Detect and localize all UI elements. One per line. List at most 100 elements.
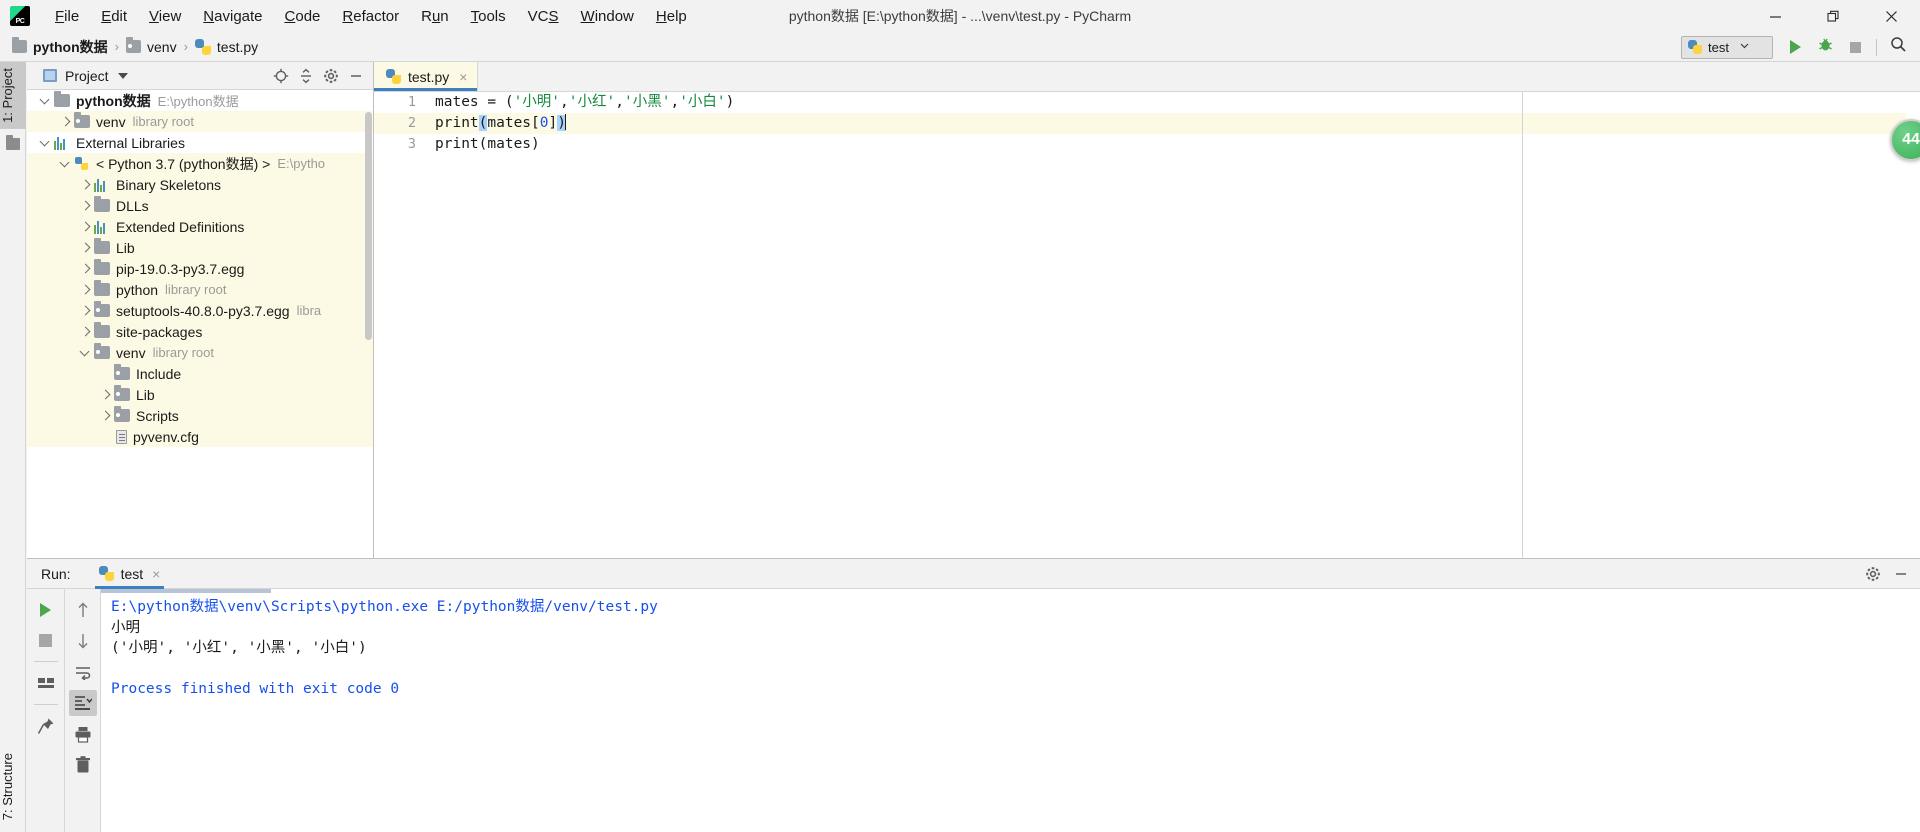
collapse-all-button[interactable] xyxy=(295,65,317,87)
rerun-button[interactable] xyxy=(32,597,60,623)
navigation-bar: python数据 › venv › test.py test xyxy=(0,32,1920,62)
locate-file-button[interactable] xyxy=(270,65,292,87)
run-button[interactable] xyxy=(1781,34,1809,60)
run-configuration-selector[interactable]: test xyxy=(1681,35,1773,59)
menu-item-window[interactable]: Window xyxy=(570,5,645,28)
soft-wrap-button[interactable] xyxy=(69,659,97,685)
breadcrumb-item-venv[interactable]: venv xyxy=(126,37,177,55)
tree-item-extended-definitions[interactable]: Extended Definitions xyxy=(27,216,373,237)
project-tree[interactable]: python数据 E:\python数据 venv library root Exter… xyxy=(27,90,373,558)
chevron-right-icon[interactable] xyxy=(79,178,92,191)
menu-item-navigate[interactable]: Navigate xyxy=(192,5,273,28)
close-icon[interactable]: × xyxy=(152,567,160,581)
sidebar-tab-project[interactable]: 1: Project xyxy=(0,62,26,129)
folder-lib-icon xyxy=(114,406,130,422)
menu-item-tools[interactable]: Tools xyxy=(460,5,517,28)
chevron-down-icon[interactable] xyxy=(39,136,52,149)
chevron-right-icon[interactable] xyxy=(79,199,92,212)
tree-item-python[interactable]: python library root xyxy=(27,279,373,300)
tree-item-site-packages[interactable]: site-packages xyxy=(27,321,373,342)
tree-item-binary-skeletons[interactable]: Binary Skeletons xyxy=(27,174,373,195)
tree-item-include[interactable]: Include xyxy=(27,363,373,384)
settings-button[interactable] xyxy=(320,65,342,87)
close-icon[interactable]: × xyxy=(459,70,467,84)
code-line[interactable]: print(mates[0]) xyxy=(426,113,1920,134)
editor-tab-test-py[interactable]: test.py × xyxy=(374,62,479,91)
code-token: '小明' xyxy=(513,94,561,110)
close-icon[interactable] xyxy=(1862,0,1920,32)
tree-item-python[interactable]: python数据 E:\python数据 xyxy=(27,90,373,111)
chevron-down-icon[interactable] xyxy=(39,94,52,107)
tree-item-label: DLLs xyxy=(116,197,149,214)
hide-panel-button[interactable] xyxy=(345,65,367,87)
chevron-right-icon[interactable] xyxy=(79,283,92,296)
code-editor[interactable]: 123 mates = ('小明','小红','小黑','小白') print(m… xyxy=(374,92,1920,558)
print-button[interactable] xyxy=(69,721,97,747)
chevron-right-icon[interactable] xyxy=(79,304,92,317)
chevron-right-icon[interactable] xyxy=(59,115,72,128)
chevron-right-icon[interactable] xyxy=(99,388,112,401)
restore-icon[interactable] xyxy=(1804,0,1862,32)
sidebar-tab-structure[interactable]: 7: Structure xyxy=(0,747,26,826)
editor-marker-strip[interactable] xyxy=(1906,92,1920,558)
tree-item-label: venv xyxy=(96,113,126,130)
stop-button[interactable] xyxy=(1841,34,1869,60)
settings-button[interactable] xyxy=(1862,563,1884,585)
tree-item-venv[interactable]: venv library root xyxy=(27,342,373,363)
layout-button[interactable] xyxy=(32,670,60,696)
tree-item-lib[interactable]: Lib xyxy=(27,237,373,258)
tree-item-venv[interactable]: venv library root xyxy=(27,111,373,132)
menu-item-view[interactable]: View xyxy=(138,5,192,28)
hide-panel-button[interactable] xyxy=(1890,563,1912,585)
tree-item-pyvenv-cfg[interactable]: pyvenv.cfg xyxy=(27,426,373,447)
code-line[interactable]: print(mates) xyxy=(426,134,1920,155)
menu-item-file[interactable]: File xyxy=(44,5,90,28)
chevron-down-icon[interactable] xyxy=(79,346,92,359)
pin-button[interactable] xyxy=(32,713,60,739)
project-tree-scrollbar[interactable] xyxy=(365,112,372,340)
chevron-right-icon[interactable] xyxy=(79,262,92,275)
chevron-right-icon[interactable] xyxy=(99,409,112,422)
tree-item-pip-19-0-3-py3-7-egg[interactable]: pip-19.0.3-py3.7.egg xyxy=(27,258,373,279)
console-line: E:\python数据\venv\Scripts\python.exe E:/p… xyxy=(111,599,658,615)
search-everywhere-button[interactable] xyxy=(1884,34,1912,60)
up-button[interactable] xyxy=(69,597,97,623)
run-config-label: test xyxy=(1708,39,1729,55)
folder-lib-icon xyxy=(94,301,110,317)
tree-item-external-libraries[interactable]: External Libraries xyxy=(27,132,373,153)
folder-icon xyxy=(12,37,27,53)
folder-lib-icon xyxy=(94,343,110,359)
menu-item-help[interactable]: Help xyxy=(645,5,698,28)
chevron-right-icon[interactable] xyxy=(79,325,92,338)
clear-all-button[interactable] xyxy=(69,752,97,778)
tree-item-setuptools-40-8-0-py3-7-egg[interactable]: setuptools-40.8.0-py3.7.egg libra xyxy=(27,300,373,321)
breadcrumb-item-project[interactable]: python数据 xyxy=(12,37,108,57)
breadcrumb-item-file[interactable]: test.py xyxy=(194,38,258,55)
run-tab-test[interactable]: test × xyxy=(94,559,165,589)
chevron-down-icon[interactable] xyxy=(117,72,128,79)
menu-item-code[interactable]: Code xyxy=(274,5,332,28)
minimize-icon[interactable] xyxy=(1746,0,1804,32)
tree-item-python-3-7-python[interactable]: < Python 3.7 (python数据) > E:\pytho xyxy=(27,153,373,174)
code-token: '小白' xyxy=(679,94,726,110)
menu-item-run[interactable]: Run xyxy=(410,5,460,28)
menu-item-vcs[interactable]: VCS xyxy=(517,5,570,28)
code-content[interactable]: mates = ('小明','小红','小黑','小白') print(mates… xyxy=(426,92,1920,558)
console-scrollbar[interactable] xyxy=(101,589,271,593)
scroll-to-end-button[interactable] xyxy=(68,690,97,716)
chevron-right-icon[interactable] xyxy=(79,241,92,254)
debug-button[interactable] xyxy=(1811,34,1839,60)
tree-item-label: pip-19.0.3-py3.7.egg xyxy=(116,260,245,277)
tree-item-lib[interactable]: Lib xyxy=(27,384,373,405)
tree-item-scripts[interactable]: Scripts xyxy=(27,405,373,426)
menu-item-edit[interactable]: Edit xyxy=(90,5,138,28)
menu-item-refactor[interactable]: Refactor xyxy=(331,5,410,28)
stop-button[interactable] xyxy=(32,627,60,653)
console-output[interactable]: E:\python数据\venv\Scripts\python.exe E:/p… xyxy=(101,589,1920,832)
chevron-right-icon[interactable] xyxy=(79,220,92,233)
down-button[interactable] xyxy=(69,628,97,654)
chevron-down-icon[interactable] xyxy=(59,157,72,170)
code-line[interactable]: mates = ('小明','小红','小黑','小白') xyxy=(426,92,1920,113)
tree-item-dlls[interactable]: DLLs xyxy=(27,195,373,216)
folder-icon xyxy=(94,196,110,212)
